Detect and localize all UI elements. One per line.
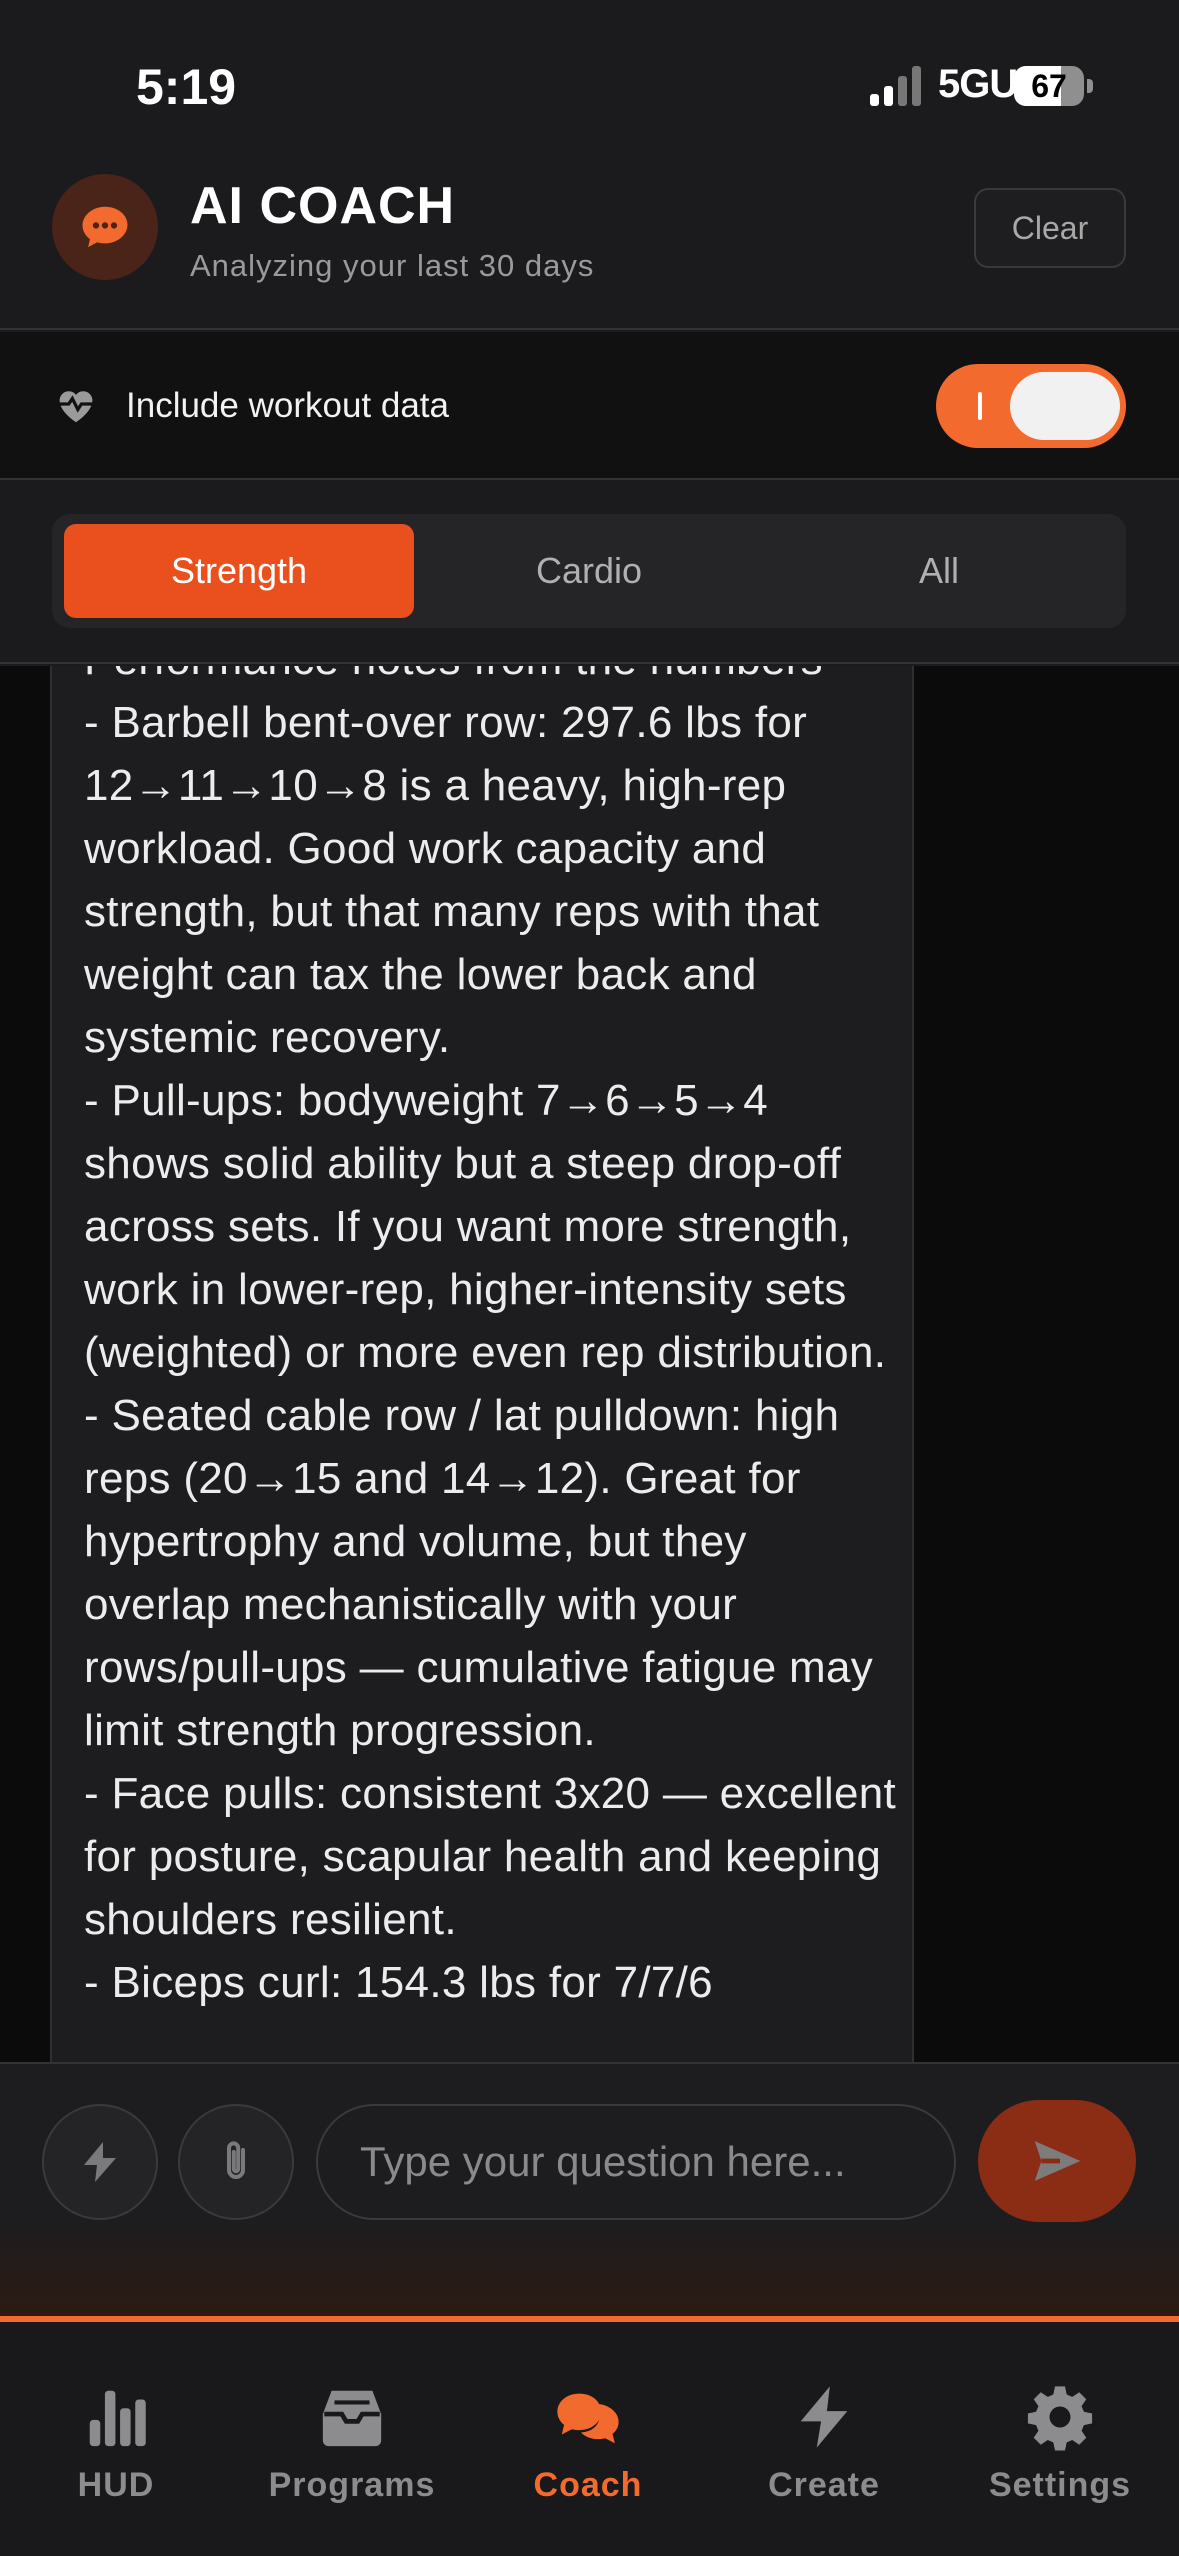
nav-coach[interactable]: Coach [488,2382,688,2512]
heart-pulse-icon [59,391,93,423]
include-workout-label: Include workout data [126,386,449,425]
clear-button[interactable]: Clear [974,188,1126,268]
quick-prompt-button[interactable] [42,2104,158,2220]
tab-cardio[interactable]: Cardio [414,524,764,618]
status-time: 5:19 [136,59,237,115]
tab-strength[interactable]: Strength [64,524,414,618]
nav-coach-label: Coach [533,2466,643,2504]
coach-avatar [52,174,158,280]
include-workout-toggle[interactable] [936,364,1126,448]
page-title: AI COACH [190,177,456,235]
bottom-tab-bar: HUD Programs Coach Create Settings [0,2322,1179,2556]
filter-tabs: Strength Cardio All [52,514,1126,628]
bar-chart-icon [89,2390,146,2447]
nav-settings[interactable]: Settings [960,2382,1160,2512]
toggle-knob [1010,372,1120,440]
send-button[interactable] [978,2100,1136,2222]
nav-programs-label: Programs [268,2466,436,2504]
battery-nub [1087,79,1093,93]
paperclip-icon [227,2141,245,2179]
signal-icon [870,66,922,106]
coach-header: AI COACH Analyzing your last 30 days Cle… [0,150,1179,330]
chat-dots-icon [82,206,128,248]
coach-message-text: Performance notes from the numbers - Bar… [84,666,897,2007]
toggle-on-indicator [978,392,982,420]
bolt-icon [84,2142,116,2182]
nav-settings-label: Settings [988,2466,1132,2504]
page-subtitle: Analyzing your last 30 days [190,248,595,283]
nav-create[interactable]: Create [724,2382,924,2512]
coach-message-bubble: Performance notes from the numbers - Bar… [50,666,914,2062]
nav-hud[interactable]: HUD [16,2382,216,2512]
tab-all[interactable]: All [764,524,1114,618]
archive-box-icon [322,2390,382,2447]
bolt-icon [800,2386,848,2448]
question-input[interactable] [316,2104,956,2220]
message-composer [0,2062,1179,2324]
status-bar: 5:19 5GUC 67 [0,0,1179,150]
chat-bubbles-icon [557,2393,619,2444]
filter-tabs-section: Strength Cardio All [0,482,1179,664]
gear-icon [1027,2386,1093,2451]
send-icon [1034,2141,1081,2181]
nav-hud-label: HUD [77,2466,155,2504]
workout-data-row: Include workout data [0,332,1179,480]
battery-icon: 67 [1014,66,1084,106]
attach-button[interactable] [178,2104,294,2220]
nav-create-label: Create [768,2466,880,2504]
chat-scroll-area[interactable]: Performance notes from the numbers - Bar… [0,666,1179,2062]
battery-percent: 67 [1031,68,1067,104]
nav-programs[interactable]: Programs [252,2382,452,2512]
